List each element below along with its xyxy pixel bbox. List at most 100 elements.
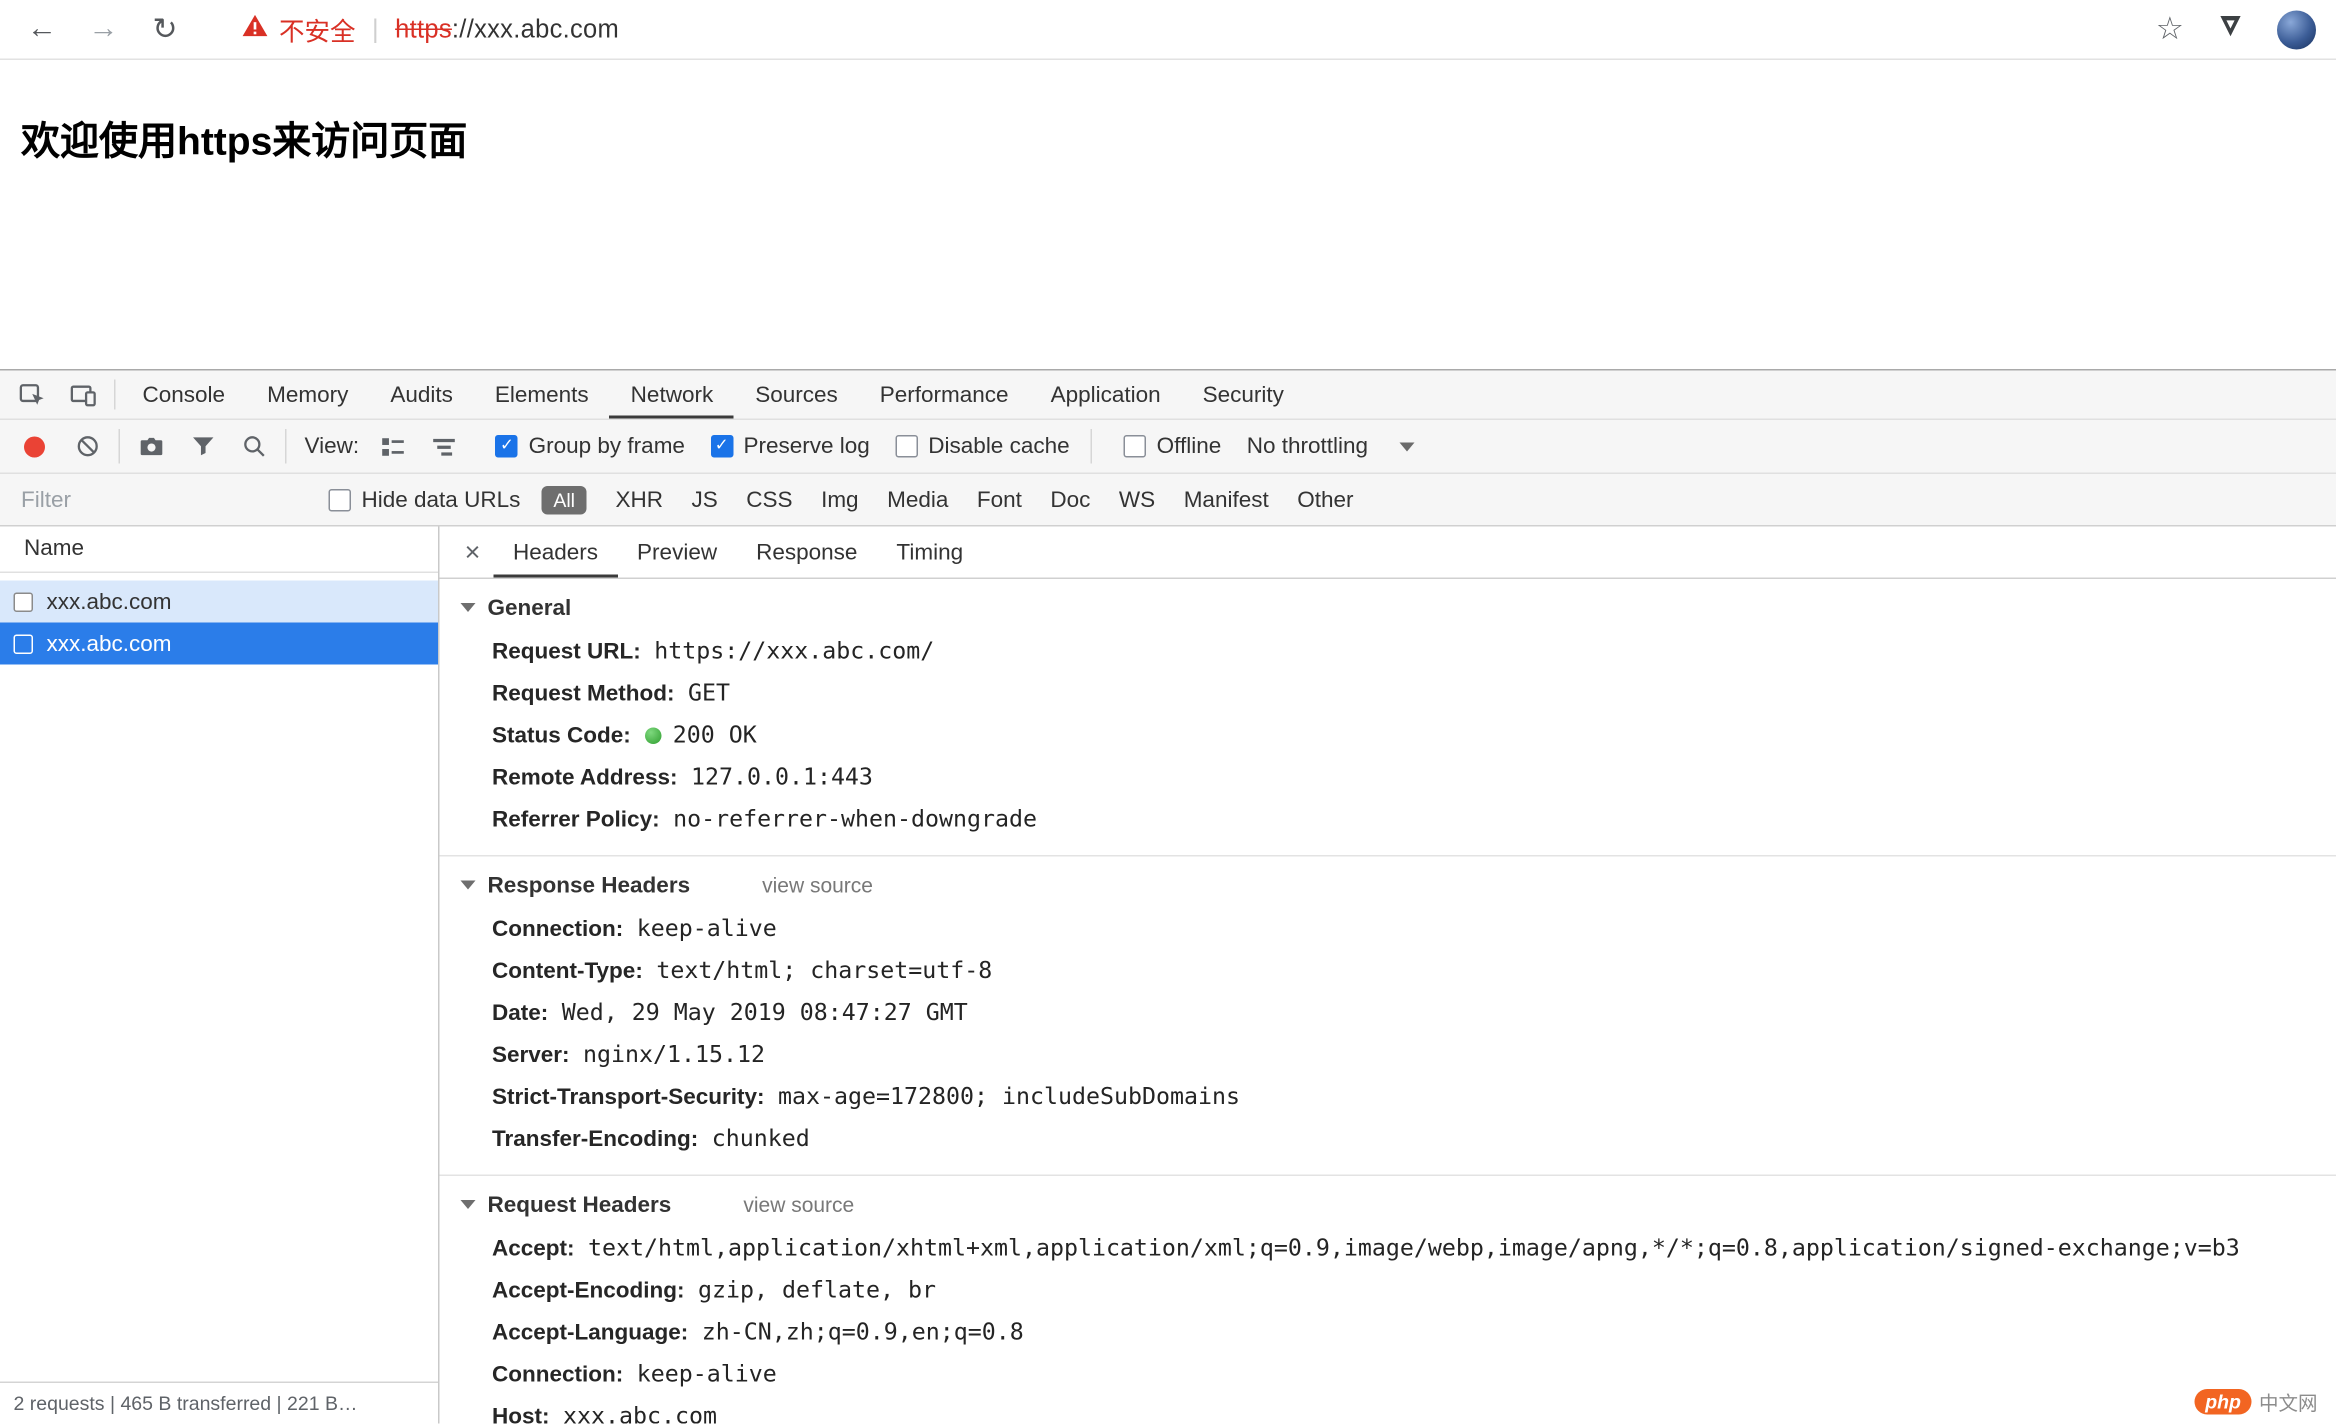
disclosure-triangle-icon[interactable] [460, 880, 476, 890]
tab-application[interactable]: Application [1030, 371, 1182, 419]
inspect-element-icon[interactable] [6, 371, 57, 419]
header-entry: Content-Type: text/html; charset=utf-8 [440, 950, 2336, 992]
browser-window: ← → ↻ 不安全 | https://xxx.abc.com ☆ 欢迎使用ht… [0, 0, 2336, 1424]
throttling-dropdown[interactable]: No throttling [1247, 434, 1415, 459]
tab-network[interactable]: Network [610, 371, 735, 419]
extension-icon[interactable] [2217, 12, 2244, 47]
tab-preview[interactable]: Preview [618, 527, 737, 578]
view-source-link[interactable]: view source [762, 873, 873, 897]
filter-type-xhr[interactable]: XHR [616, 487, 664, 513]
status-ok-icon [644, 726, 661, 744]
filter-type-all[interactable]: All [541, 485, 588, 514]
filter-type-css[interactable]: CSS [746, 487, 792, 513]
disclosure-triangle-icon[interactable] [460, 603, 476, 612]
url-text[interactable]: https://xxx.abc.com [395, 14, 619, 44]
screenshot-camera-icon[interactable] [126, 433, 177, 460]
large-rows-icon[interactable] [368, 433, 419, 460]
overview-icon[interactable] [419, 433, 470, 460]
device-toolbar-icon[interactable] [57, 371, 108, 419]
header-entry-status: Status Code: 200 OK [440, 714, 2336, 756]
hide-data-urls-checkbox[interactable] [328, 488, 351, 511]
filter-type-img[interactable]: Img [821, 487, 859, 513]
tab-headers[interactable]: Headers [494, 527, 618, 578]
page-title: 欢迎使用https来访问页面 [21, 118, 468, 164]
preserve-log-toggle[interactable]: ✓ Preserve log [710, 434, 870, 459]
header-key: Status Code: [492, 722, 631, 748]
header-value: 127.0.0.1:443 [690, 763, 873, 791]
offline-checkbox[interactable] [1123, 435, 1147, 458]
section-header[interactable]: Request Headers view source [440, 1182, 2336, 1227]
tab-timing[interactable]: Timing [877, 527, 983, 578]
tab-security[interactable]: Security [1182, 371, 1305, 419]
php-logo: php [2194, 1389, 2252, 1415]
hide-data-urls-label: Hide data URLs [361, 486, 521, 513]
reload-icon[interactable]: ↻ [144, 11, 186, 49]
group-by-frame-toggle[interactable]: ✓ Group by frame [495, 433, 685, 460]
clear-icon[interactable] [62, 434, 113, 460]
network-summary-bar: 2 requests | 465 B transferred | 221 B… [0, 1381, 438, 1424]
security-chip[interactable]: 不安全 [242, 11, 356, 49]
group-by-frame-label: Group by frame [528, 433, 685, 460]
bookmark-star-icon[interactable]: ☆ [2156, 14, 2184, 46]
group-by-frame-checkbox[interactable]: ✓ [495, 435, 519, 458]
header-key: Accept-Language: [492, 1319, 689, 1345]
request-row-selected[interactable]: xxx.abc.com [0, 622, 438, 665]
request-row[interactable]: xxx.abc.com [0, 580, 438, 623]
filter-type-doc[interactable]: Doc [1050, 487, 1090, 513]
disable-cache-checkbox[interactable] [895, 435, 918, 458]
tab-elements[interactable]: Elements [474, 371, 610, 419]
section-header[interactable]: Response Headers view source [440, 863, 2336, 908]
header-key: Transfer-Encoding: [492, 1125, 699, 1152]
filter-type-font[interactable]: Font [977, 487, 1022, 513]
close-icon[interactable]: × [452, 527, 494, 578]
tab-console[interactable]: Console [122, 371, 247, 419]
header-entry: Connection: keep-alive [440, 1353, 2336, 1395]
request-detail-panel: × Headers Preview Response Timing Genera… [439, 526, 2336, 1424]
filter-funnel-icon[interactable] [177, 434, 228, 460]
filter-type-js[interactable]: JS [692, 487, 718, 513]
omnibox-separator: | [372, 14, 379, 43]
divider [114, 379, 116, 410]
header-key: Server: [492, 1041, 570, 1068]
filter-type-ws[interactable]: WS [1119, 487, 1155, 513]
section-request-headers: Request Headers view source Accept: text… [439, 1174, 2336, 1424]
preserve-log-checkbox[interactable]: ✓ [710, 435, 733, 458]
header-value: GET [688, 679, 731, 707]
headers-pane: General Request URL: https://xxx.abc.com… [439, 579, 2336, 1424]
section-title: Response Headers [487, 872, 691, 898]
warning-triangle-icon [242, 14, 269, 46]
security-label: 不安全 [279, 18, 356, 47]
header-entry: Request URL: https://xxx.abc.com/ [440, 630, 2336, 672]
header-value: text/html; charset=utf-8 [656, 957, 993, 984]
header-value: text/html,application/xhtml+xml,applicat… [588, 1234, 2240, 1262]
header-entry: Transfer-Encoding: chunked [440, 1118, 2336, 1160]
filter-type-media[interactable]: Media [887, 487, 948, 513]
disable-cache-toggle[interactable]: Disable cache [895, 434, 1070, 459]
filter-input[interactable] [21, 486, 329, 513]
header-key: Strict-Transport-Security: [492, 1083, 765, 1110]
name-column-header[interactable]: Name [0, 527, 438, 573]
profile-avatar[interactable] [2277, 9, 2316, 49]
back-icon[interactable]: ← [21, 12, 63, 47]
section-header[interactable]: General [440, 585, 2336, 630]
disclosure-triangle-icon[interactable] [460, 1200, 476, 1209]
tab-memory[interactable]: Memory [246, 371, 369, 419]
header-key: Date: [492, 999, 549, 1026]
tab-performance[interactable]: Performance [859, 371, 1030, 419]
filter-type-manifest[interactable]: Manifest [1184, 487, 1269, 513]
tab-sources[interactable]: Sources [734, 371, 859, 419]
network-filterbar: Hide data URLs All XHR JS CSS Img Media … [0, 474, 2336, 527]
offline-toggle[interactable]: Offline [1123, 434, 1221, 459]
record-icon[interactable] [24, 435, 45, 457]
search-icon[interactable] [228, 434, 279, 460]
header-entry: Accept-Encoding: gzip, deflate, br [440, 1269, 2336, 1311]
filter-type-other[interactable]: Other [1297, 487, 1353, 513]
hide-data-urls-toggle[interactable]: Hide data URLs [328, 486, 521, 513]
page-content: 欢迎使用https来访问页面 [0, 60, 2336, 369]
header-value: gzip, deflate, br [698, 1276, 936, 1304]
tab-response[interactable]: Response [737, 527, 877, 578]
tab-audits[interactable]: Audits [369, 371, 474, 419]
forward-icon[interactable]: → [83, 12, 125, 47]
view-label: View: [304, 433, 360, 460]
view-source-link[interactable]: view source [743, 1193, 854, 1217]
